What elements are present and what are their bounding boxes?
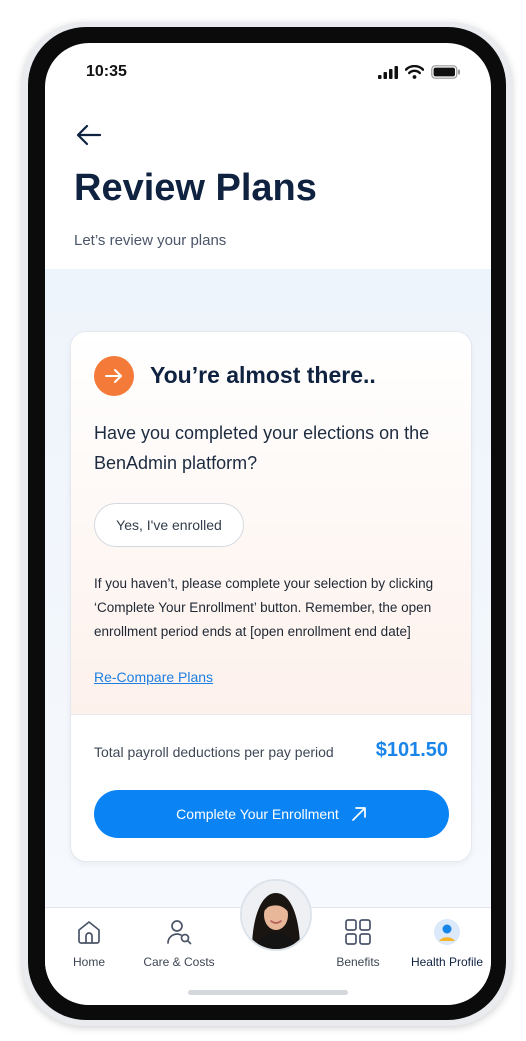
- nav-label-benefits: Benefits: [336, 955, 380, 969]
- enrollment-card: You’re almost there.. Have you completed…: [70, 331, 472, 862]
- card-divider: [71, 714, 471, 715]
- grid-icon: [345, 919, 371, 945]
- external-arrow-icon: [351, 807, 366, 821]
- wifi-icon: [405, 65, 424, 79]
- battery-icon: [431, 65, 460, 79]
- nav-item-health-profile[interactable]: Health Profile: [402, 918, 491, 969]
- back-arrow-icon[interactable]: [75, 123, 103, 147]
- home-icon: [78, 921, 100, 944]
- arrow-badge: [94, 356, 134, 396]
- card-heading: You’re almost there..: [150, 362, 376, 388]
- nav-label-care-costs: Care & Costs: [143, 955, 215, 969]
- nav-item-home[interactable]: Home: [45, 918, 134, 969]
- nav-item-care-costs[interactable]: Care & Costs: [134, 918, 224, 969]
- nav-label-health-profile: Health Profile: [410, 955, 484, 969]
- status-time: 10:35: [86, 63, 127, 80]
- total-deductions-amount: $101.50: [375, 739, 448, 761]
- signal-icon: [378, 65, 398, 79]
- status-icons: [378, 65, 461, 79]
- profile-icon: [434, 919, 460, 945]
- page-title: Review Plans: [74, 167, 317, 209]
- complete-enrollment-button[interactable]: Complete Your Enrollment: [94, 790, 449, 838]
- page-subtitle: Let’s review your plans: [74, 232, 227, 249]
- app-screen: 10:35 Review Plans Let’s review your pla…: [45, 43, 491, 1005]
- arrow-right-icon: [105, 369, 122, 383]
- avatar[interactable]: [240, 879, 312, 951]
- enrolled-button[interactable]: Yes, I've enrolled: [94, 503, 244, 547]
- elections-question: Have you completed your elections on the…: [94, 423, 430, 473]
- care-search-icon: [167, 920, 192, 945]
- home-indicator: [188, 990, 348, 995]
- avatar-photo: [242, 881, 310, 949]
- total-deductions-label: Total payroll deductions per pay period: [94, 744, 334, 760]
- nav-label-home: Home: [72, 955, 105, 969]
- enrollment-info-text: If you haven’t, please complete your sel…: [94, 576, 434, 639]
- nav-item-benefits[interactable]: Benefits: [313, 918, 403, 969]
- complete-enrollment-label: Complete Your Enrollment: [176, 806, 339, 822]
- recompare-plans-link[interactable]: Re-Compare Plans: [94, 669, 213, 685]
